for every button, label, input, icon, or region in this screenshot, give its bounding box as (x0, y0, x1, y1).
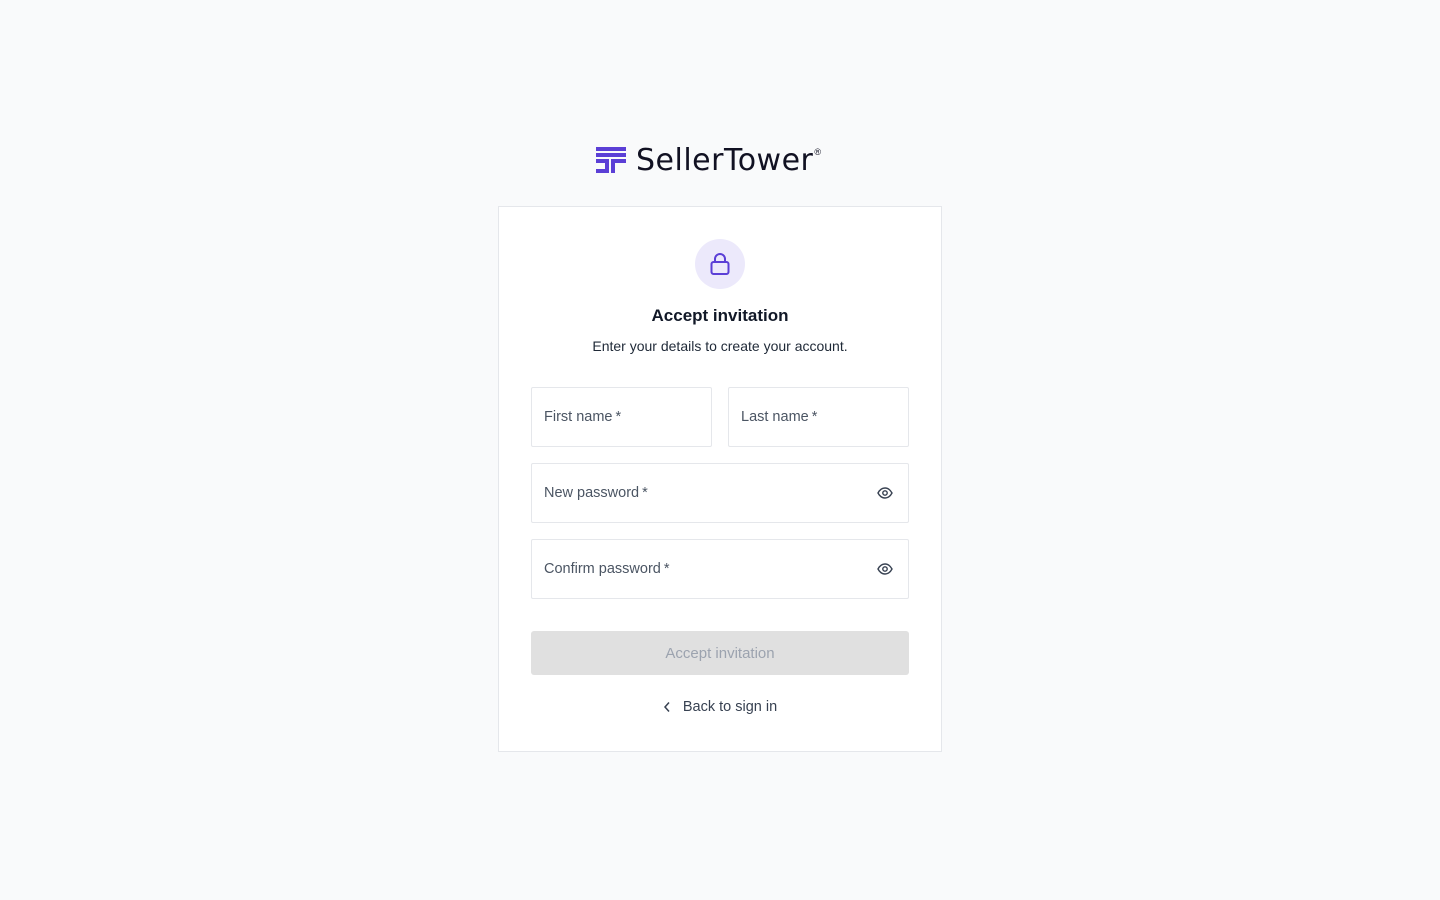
required-marker: * (663, 561, 670, 577)
brand-name: SellerTower (636, 143, 814, 178)
confirm-password-label: Confirm password (544, 561, 661, 577)
back-to-sign-in-label: Back to sign in (682, 699, 778, 715)
lock-badge (695, 239, 745, 289)
show-password-toggle[interactable] (876, 486, 894, 500)
first-name-field[interactable]: First name * (531, 387, 712, 447)
new-password-field[interactable]: New password * (531, 463, 909, 523)
last-name-field[interactable]: Last name * (728, 387, 909, 447)
accept-invitation-button[interactable]: Accept invitation (531, 631, 909, 675)
card-title: Accept invitation (651, 306, 789, 325)
first-name-label: First name (544, 409, 613, 425)
required-marker: * (811, 409, 818, 425)
sellertower-logo-mark-icon (596, 147, 626, 173)
eye-icon (877, 563, 893, 575)
back-to-sign-in-link[interactable]: Back to sign in (499, 699, 941, 715)
confirm-password-field[interactable]: Confirm password * (531, 539, 909, 599)
registered-mark: ® (814, 147, 822, 157)
required-marker: * (642, 485, 648, 501)
required-marker: * (615, 409, 622, 425)
eye-icon (877, 487, 893, 499)
new-password-label: New password (544, 485, 640, 501)
brand-logo: SellerTower ® (596, 144, 846, 178)
last-name-label: Last name (741, 409, 809, 425)
invitation-card: Accept invitation Enter your details to … (498, 206, 942, 752)
card-subtitle: Enter your details to create your accoun… (592, 338, 848, 354)
show-confirm-password-toggle[interactable] (876, 562, 894, 576)
lock-icon (710, 253, 730, 275)
chevron-left-icon (663, 701, 671, 713)
